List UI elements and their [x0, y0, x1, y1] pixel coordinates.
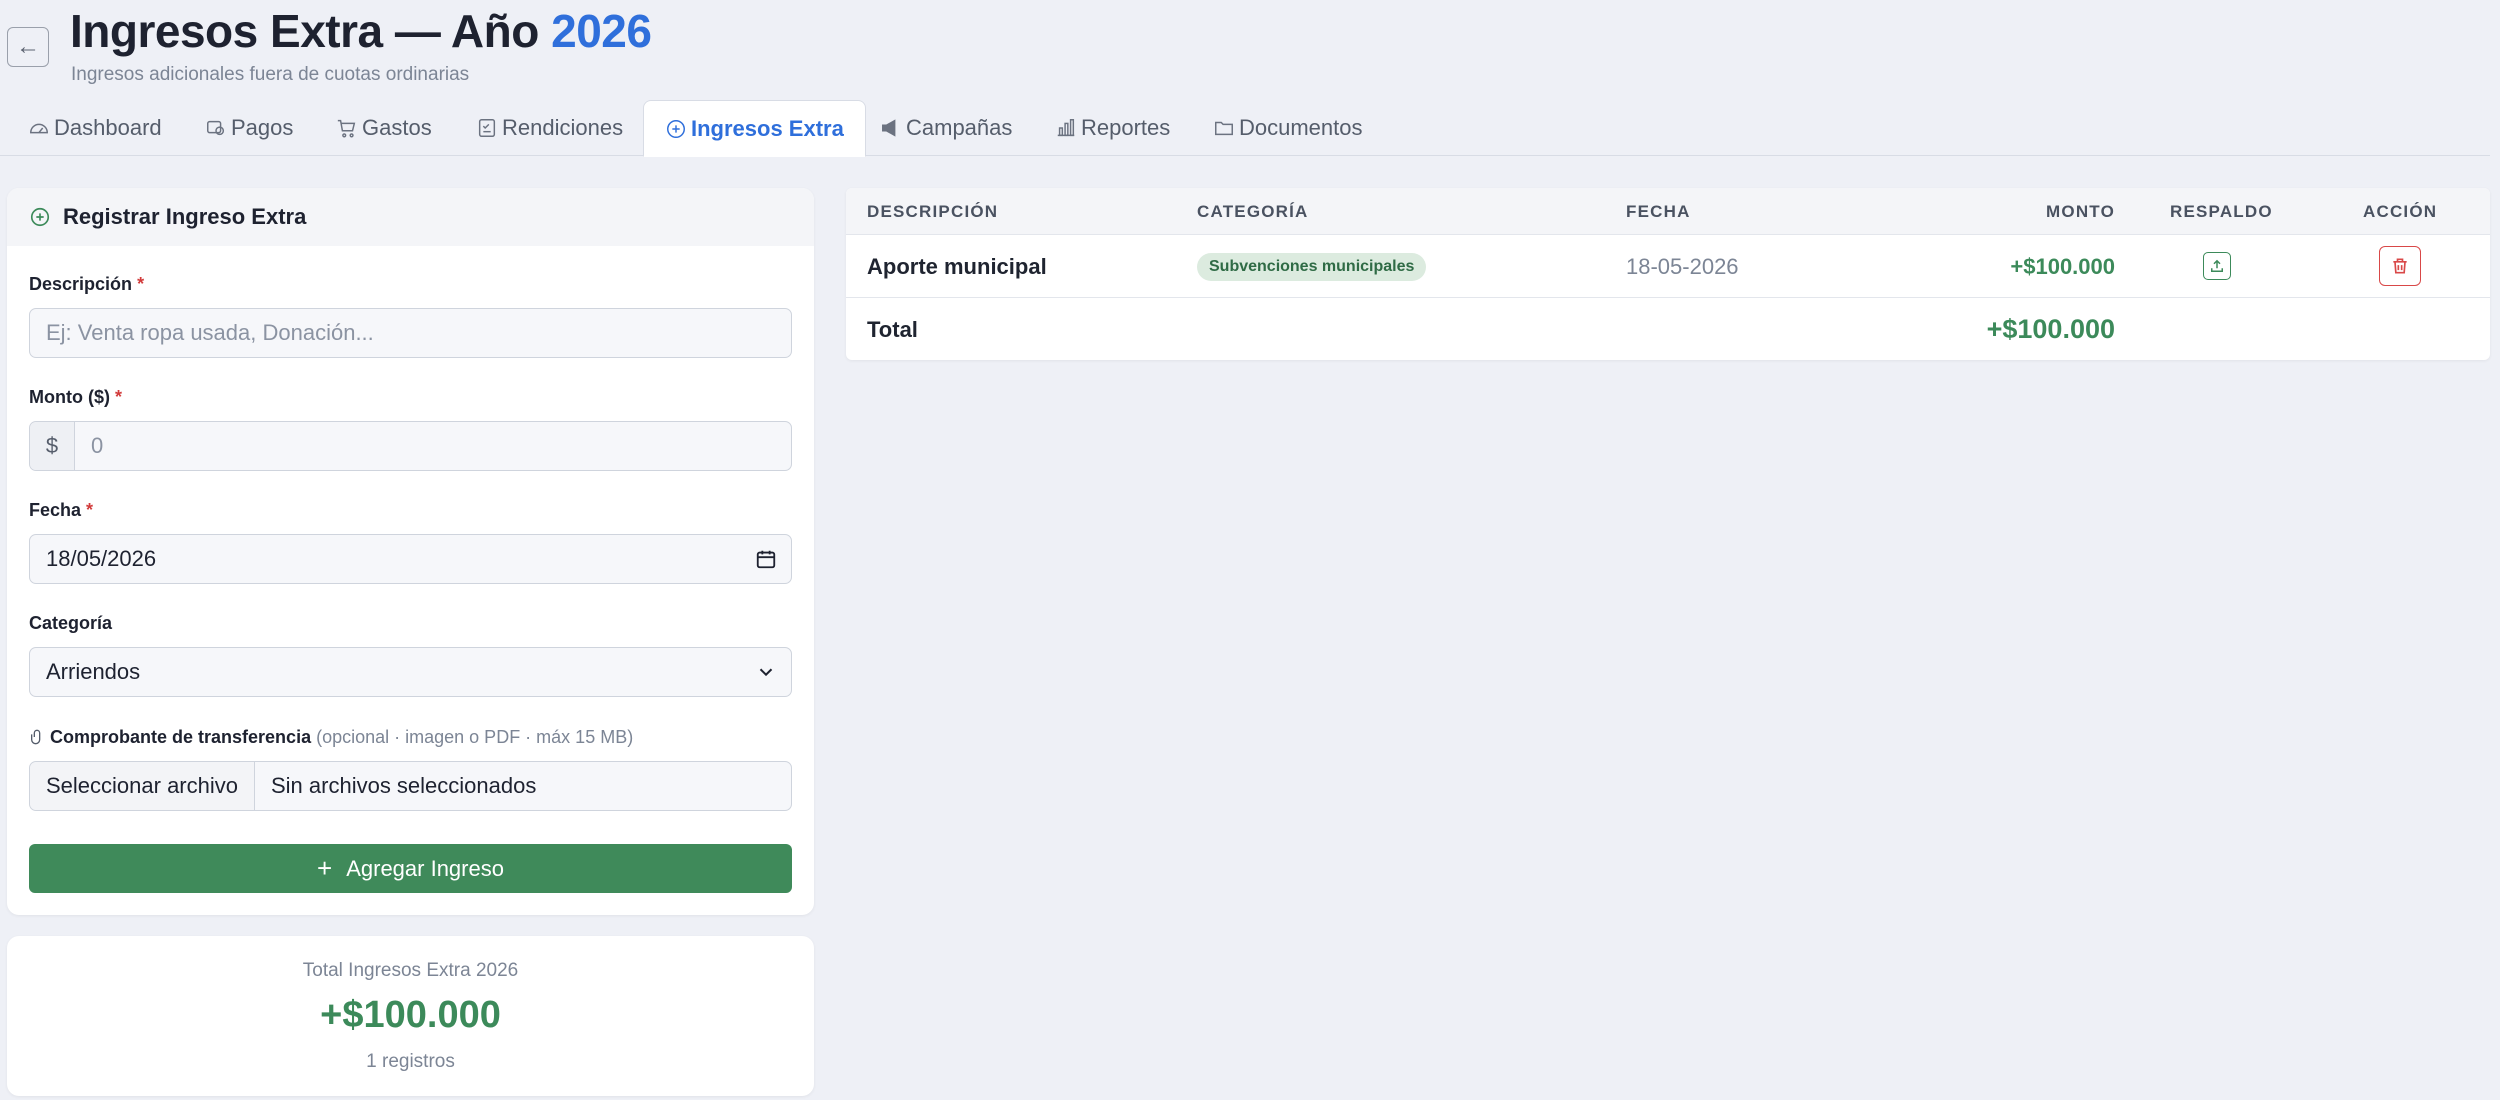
tab-ingresos-extra[interactable]: Ingresos Extra — [643, 100, 866, 157]
choose-file-button[interactable]: Seleccionar archivo — [30, 762, 255, 810]
upload-receipt-button[interactable] — [2203, 252, 2231, 280]
plus-circle-icon — [30, 207, 50, 227]
cart-icon — [337, 119, 356, 138]
wallet-icon — [207, 120, 225, 136]
back-button[interactable]: ← — [7, 27, 49, 67]
required-mark: * — [137, 274, 145, 294]
tab-gastos[interactable]: Gastos — [336, 100, 432, 156]
row-fecha: 18-05-2026 — [1626, 254, 1739, 279]
total-label: Total — [867, 317, 918, 342]
file-status: Sin archivos seleccionados — [270, 773, 537, 798]
page-subtitle: Ingresos adicionales fuera de cuotas ord… — [71, 64, 470, 85]
row-descripcion: Aporte municipal — [867, 254, 1047, 279]
category-badge: Subvenciones municipales — [1197, 253, 1427, 281]
categoria-label: Categoría — [29, 613, 112, 634]
column-header-fecha: FECHA — [1626, 202, 1691, 221]
comprobante-hint: (opcional · imagen o PDF · máx 15 MB) — [316, 727, 634, 747]
speedometer-icon — [30, 123, 48, 134]
monto-placeholder: 0 — [91, 433, 104, 458]
file-input[interactable]: Seleccionar archivo Sin archivos selecci… — [29, 761, 792, 811]
trash-icon — [2393, 258, 2407, 274]
column-header-categoria: CATEGORÍA — [1197, 202, 1309, 221]
add-ingreso-label: Agregar Ingreso — [346, 855, 504, 881]
column-header-respaldo: RESPALDO — [2170, 202, 2273, 221]
tab-reportes[interactable]: Reportes — [1055, 100, 1170, 156]
tab-label: Rendiciones — [502, 115, 624, 140]
form-title: Registrar Ingreso Extra — [63, 204, 307, 229]
descripcion-label-text: Descripción — [29, 274, 133, 294]
add-ingreso-button[interactable]: + Agregar Ingreso — [29, 844, 792, 893]
plus-icon: + — [317, 853, 333, 883]
paperclip-icon — [31, 729, 41, 745]
fecha-value: 18/05/2026 — [46, 546, 157, 571]
total-value: +$100.000 — [1986, 314, 2115, 344]
page-title: Ingresos Extra — Año 2026 — [70, 4, 652, 58]
arrow-left-icon: ← — [16, 33, 40, 60]
bar-chart-icon — [1057, 119, 1075, 137]
fecha-label-text: Fecha — [29, 500, 82, 520]
tab-rendiciones[interactable]: Rendiciones — [476, 100, 623, 156]
descripcion-placeholder: Ej: Venta ropa usada, Donación... — [46, 320, 374, 345]
tab-label: Reportes — [1081, 115, 1171, 140]
page-title-year: 2026 — [551, 5, 652, 57]
folder-icon — [1215, 121, 1233, 136]
required-mark: * — [115, 387, 123, 407]
tab-dashboard[interactable]: Dashboard — [28, 100, 162, 156]
chevron-down-icon — [759, 668, 773, 677]
summary-card: Total Ingresos Extra 2026 +$100.000 1 re… — [7, 936, 814, 1096]
tab-label: Ingresos Extra — [691, 115, 844, 141]
page-title-text: Ingresos Extra — Año — [70, 5, 539, 57]
plus-circle-icon — [667, 119, 685, 138]
currency-prefix: $ — [30, 422, 75, 470]
row-monto: +$100.000 — [2010, 254, 2115, 279]
form-header: Registrar Ingreso Extra — [7, 188, 814, 246]
categoria-select[interactable]: Arriendos — [29, 647, 792, 697]
comprobante-label-text: Comprobante de transferencia — [50, 727, 312, 747]
summary-label: Total Ingresos Extra 2026 — [302, 960, 519, 981]
upload-icon — [2211, 259, 2223, 272]
tab-pagos[interactable]: Pagos — [205, 100, 293, 156]
column-header-monto: MONTO — [2046, 202, 2115, 221]
checklist-icon — [478, 119, 496, 137]
megaphone-icon — [882, 119, 896, 137]
column-header-descripcion: DESCRIPCIÓN — [867, 202, 999, 221]
tab-campanas[interactable]: Campañas — [880, 100, 1012, 156]
monto-label-text: Monto ($) — [29, 387, 110, 407]
descripcion-input[interactable]: Ej: Venta ropa usada, Donación... — [29, 308, 792, 358]
fecha-input[interactable]: 18/05/2026 — [29, 534, 792, 584]
ingresos-table: DESCRIPCIÓN CATEGORÍA FECHA MONTO RESPAL… — [846, 188, 2490, 360]
monto-input[interactable]: $ 0 — [29, 421, 792, 471]
table-row: Aporte municipal Subvenciones municipale… — [846, 235, 2490, 298]
comprobante-label: Comprobante de transferencia (opcional ·… — [29, 727, 633, 748]
categoria-label-text: Categoría — [29, 613, 113, 633]
delete-button[interactable] — [2379, 246, 2421, 286]
register-form-card: Registrar Ingreso Extra Descripción * Ej… — [7, 188, 814, 915]
fecha-label: Fecha * — [29, 500, 93, 521]
required-mark: * — [86, 500, 94, 520]
tab-label: Campañas — [906, 115, 1013, 140]
tab-bar: Dashboard Pagos Gastos Rendiciones Ingre… — [0, 100, 2490, 157]
summary-count: 1 registros — [366, 1051, 455, 1072]
categoria-value: Arriendos — [46, 659, 141, 684]
descripcion-label: Descripción * — [29, 274, 144, 295]
tab-label: Gastos — [362, 115, 432, 140]
table-header: DESCRIPCIÓN CATEGORÍA FECHA MONTO RESPAL… — [846, 188, 2490, 235]
tab-label: Pagos — [231, 115, 294, 140]
tab-label: Documentos — [1239, 115, 1363, 140]
calendar-icon[interactable] — [755, 548, 777, 570]
column-header-accion: ACCIÓN — [2363, 202, 2438, 221]
tab-label: Dashboard — [54, 115, 162, 140]
monto-label: Monto ($) * — [29, 387, 122, 408]
table-total-row: Total +$100.000 — [846, 298, 2490, 360]
tab-documentos[interactable]: Documentos — [1213, 100, 1363, 156]
summary-total: +$100.000 — [320, 994, 501, 1036]
